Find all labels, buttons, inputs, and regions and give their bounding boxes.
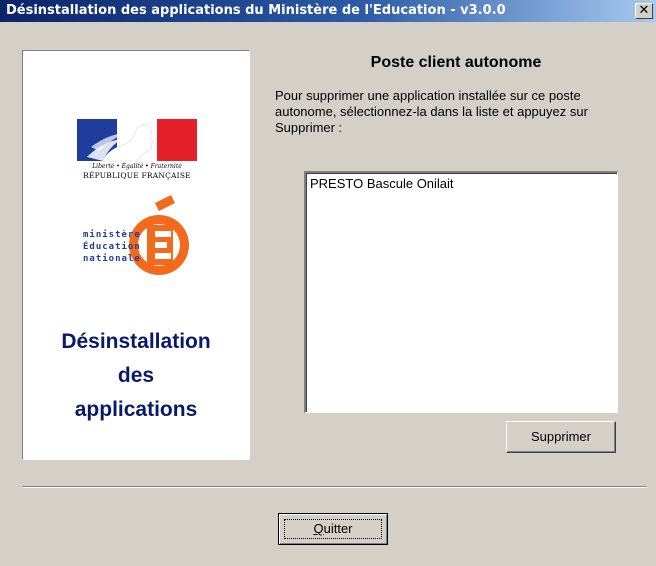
- title-bar: Désinstallation des applications du Mini…: [0, 0, 656, 22]
- ministry-line-2: Éducation: [83, 240, 141, 252]
- window-title: Désinstallation des applications du Mini…: [6, 3, 506, 18]
- ministry-line-3: nationale: [83, 253, 141, 264]
- branding-title-line-2: des: [117, 364, 155, 387]
- uninstall-dialog: Désinstallation des applications du Mini…: [0, 0, 656, 566]
- republic-motto: Liberté • Égalité • Fraternité: [92, 163, 182, 170]
- ministry-line-1: ministère: [83, 229, 141, 240]
- branding-title: Désinstallation des applications: [23, 325, 249, 427]
- close-button[interactable]: ✕: [635, 3, 653, 19]
- branding-title-line-1: Désinstallation: [61, 330, 211, 353]
- list-item[interactable]: PRESTO Bascule Onilait: [306, 173, 617, 195]
- delete-button[interactable]: Supprimer: [506, 421, 616, 453]
- instructions-text: Pour supprimer une application installée…: [275, 88, 588, 135]
- branding-title-line-3: applications: [74, 398, 198, 421]
- close-icon: ✕: [638, 3, 650, 18]
- application-list[interactable]: PRESTO Bascule Onilait: [304, 171, 618, 413]
- section-title: Poste client autonome: [370, 54, 542, 71]
- separator: [22, 486, 646, 488]
- ministry-logo: ministère Éducation nationale: [83, 195, 189, 275]
- republic-name: RÉPUBLIQUE FRANÇAISE: [83, 171, 191, 180]
- marianne-logo: [77, 119, 197, 162]
- quit-button[interactable]: Quitter: [278, 513, 388, 545]
- branding-panel: Liberté • Égalité • Fraternité RÉPUBLIQU…: [22, 50, 250, 460]
- quit-button-label: Quitter: [313, 521, 353, 536]
